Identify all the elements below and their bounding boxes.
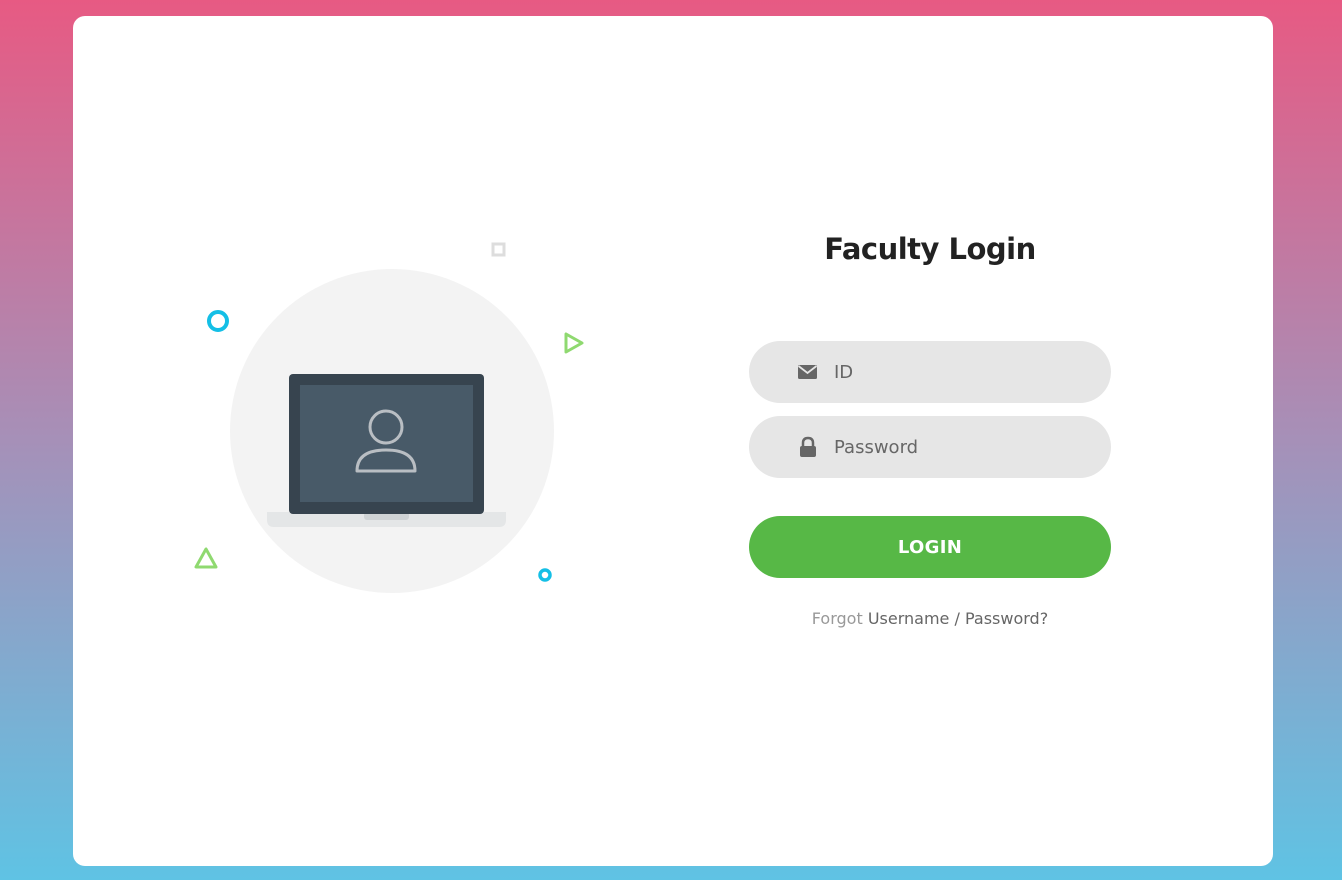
lock-icon <box>797 436 819 458</box>
login-form: Faculty Login LOGIN Forgot Userna <box>749 16 1111 866</box>
envelope-icon <box>797 361 819 383</box>
decor-circle-small-icon <box>538 568 552 582</box>
decor-square-icon <box>491 242 506 257</box>
login-card: Faculty Login LOGIN Forgot Userna <box>73 16 1273 866</box>
forgot-username-password-link[interactable]: Username / Password? <box>868 609 1048 628</box>
id-field[interactable] <box>749 341 1111 403</box>
decor-circle-large-icon <box>207 310 229 332</box>
forgot-credentials: Forgot Username / Password? <box>749 609 1111 628</box>
password-field[interactable] <box>749 416 1111 478</box>
decor-triangle-up-icon <box>194 547 218 569</box>
page-title: Faculty Login <box>824 232 1036 266</box>
forgot-prefix: Forgot <box>811 609 863 628</box>
password-input[interactable] <box>834 416 1084 478</box>
laptop-user-icon <box>194 242 584 593</box>
login-button[interactable]: LOGIN <box>749 516 1111 578</box>
decor-triangle-right-icon <box>564 332 584 354</box>
laptop-illustration <box>193 236 593 626</box>
id-input[interactable] <box>834 341 1084 403</box>
